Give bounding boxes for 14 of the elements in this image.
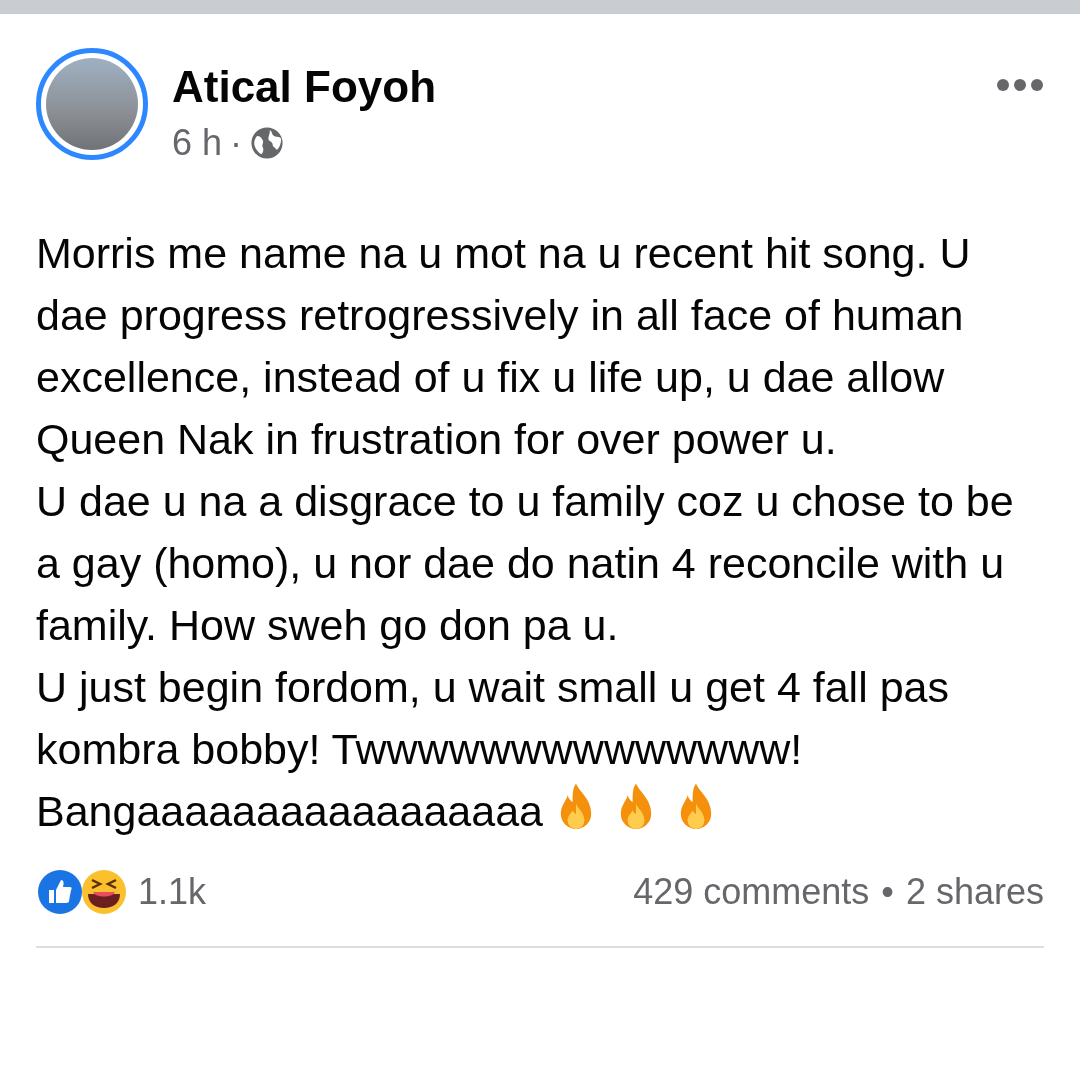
globe-icon bbox=[250, 126, 285, 160]
post-text: Morris me name na u mot na u recent hit song. U dae progress retrogressively in all face of human excellence, instead of u fix u life up, u dae allow Queen Nak in frustration for over power u. bbox=[36, 229, 971, 463]
post-text: Bangaaaaaaaaaaaaaaaaa bbox=[36, 787, 543, 835]
more-options-icon[interactable] bbox=[996, 78, 1044, 92]
post-text: U dae u na a disgrace to u family coz u chose to be a gay (homo), u nor dae do natin 4 reconcile with u family. How sweh go don pa u. bbox=[36, 477, 1014, 649]
post-time[interactable]: 6 h bbox=[172, 122, 223, 164]
post-text: U just begin fordom, u wait small u get 4 fall pas kombra bobby! Twwwwwwwwwwwwww! bbox=[36, 663, 949, 773]
author-name[interactable]: Atical Foyoh bbox=[172, 62, 972, 112]
profile-avatar[interactable] bbox=[36, 48, 148, 160]
bullet: • bbox=[881, 871, 894, 913]
shares-count[interactable]: 2 shares bbox=[905, 871, 1044, 913]
comments-count[interactable]: 429 comments bbox=[633, 871, 870, 913]
reaction-count[interactable]: 1.1k bbox=[138, 871, 207, 913]
separator: · bbox=[230, 122, 243, 164]
